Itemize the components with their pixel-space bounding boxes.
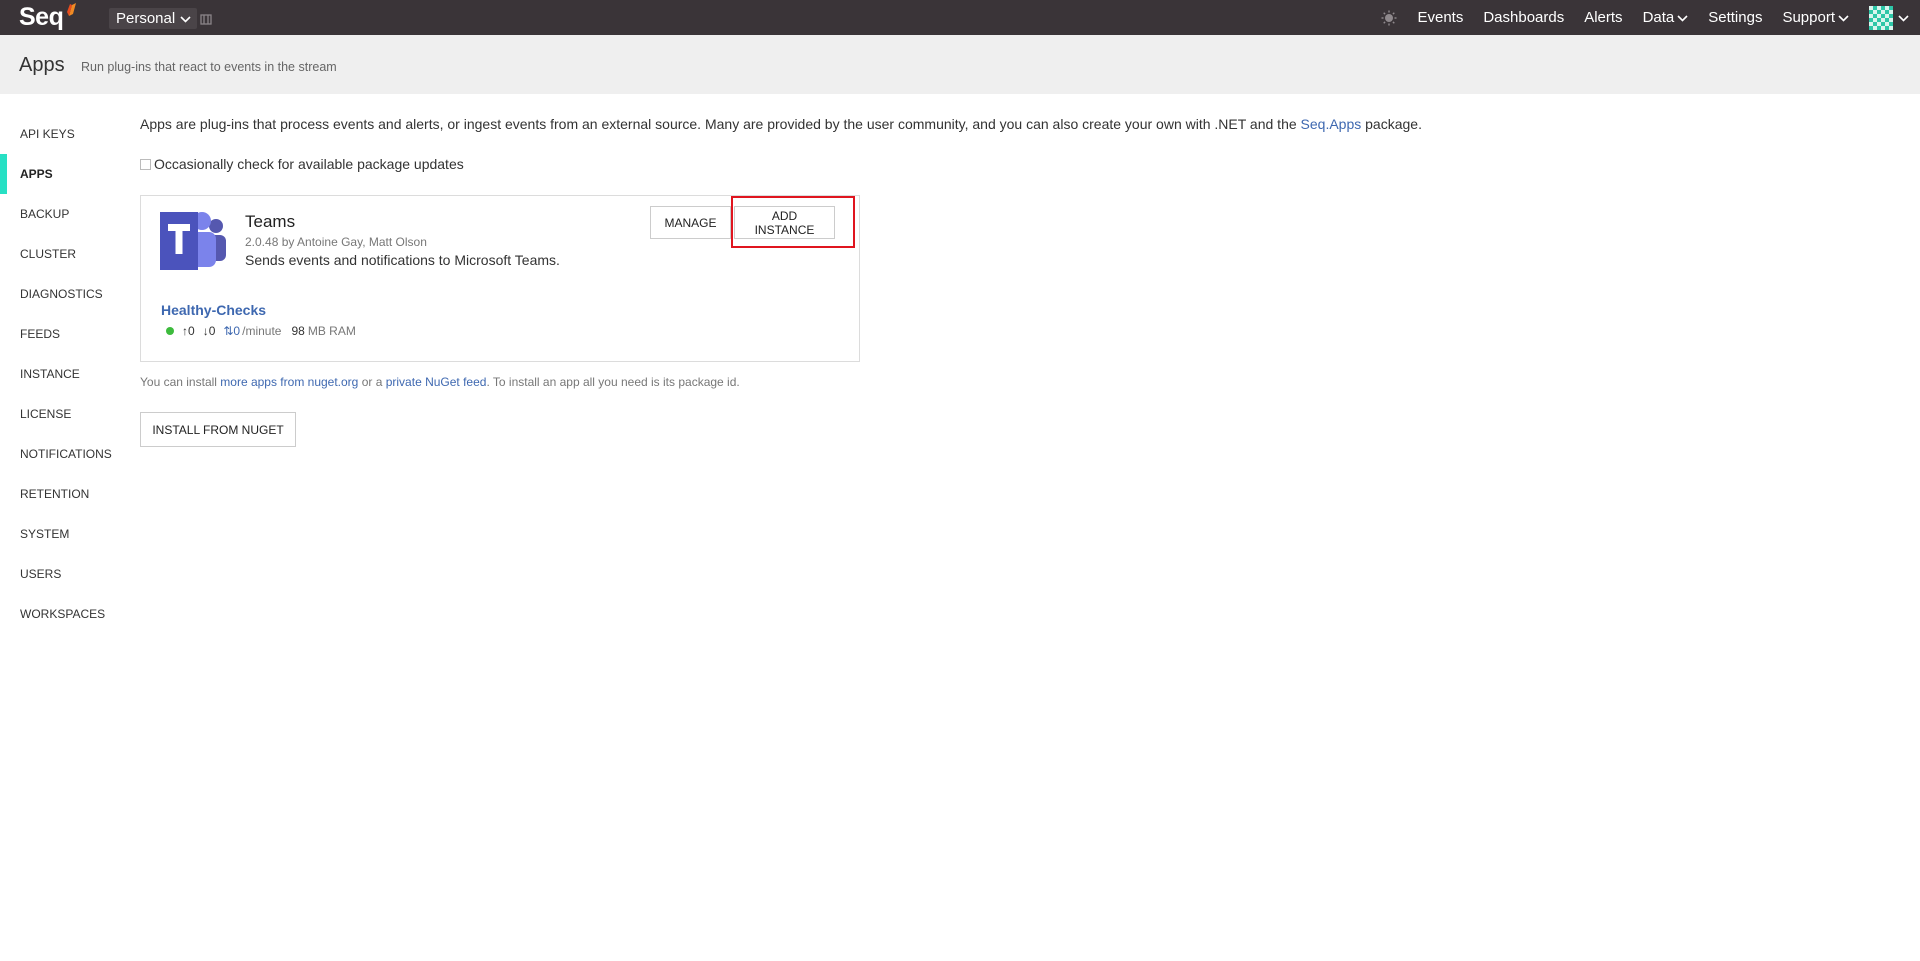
sidebar-item-backup[interactable]: BACKUP xyxy=(0,194,120,234)
sidebar-item-license[interactable]: LICENSE xyxy=(0,394,120,434)
sidebar-item-label: NOTIFICATIONS xyxy=(20,447,112,461)
seq-apps-link[interactable]: Seq.Apps xyxy=(1301,116,1362,132)
seq-logo[interactable]: Seq xyxy=(19,2,77,32)
top-bar: Seq Personal Events Dashboards Alerts Da… xyxy=(0,0,1920,35)
events-in-count: ↑0 xyxy=(182,324,195,338)
instance-name-link[interactable]: Healthy-Checks xyxy=(161,302,266,318)
workspace-label: Personal xyxy=(116,10,176,27)
install-note-text-end: . To install an app all you need is its … xyxy=(486,375,740,389)
private-feed-link[interactable]: private NuGet feed xyxy=(386,375,487,389)
nav-alerts-label: Alerts xyxy=(1584,9,1623,26)
nav-events[interactable]: Events xyxy=(1417,9,1463,26)
page-title: Apps xyxy=(19,54,65,76)
install-from-nuget-button[interactable]: INSTALL FROM NUGET xyxy=(140,412,296,447)
workspace-selector[interactable]: Personal xyxy=(109,8,198,29)
chevron-down-icon xyxy=(1677,9,1688,26)
sidebar-item-notifications[interactable]: NOTIFICATIONS xyxy=(0,434,120,474)
app-card: Teams 2.0.48 by Antoine Gay, Matt Olson … xyxy=(140,195,860,362)
events-out-count: ↓0 xyxy=(202,324,216,338)
sidebar-item-system[interactable]: SYSTEM xyxy=(0,514,120,554)
sidebar-item-instance[interactable]: INSTANCE xyxy=(0,354,120,394)
sidebar-item-label: WORKSPACES xyxy=(20,607,106,621)
ram-unit: MB RAM xyxy=(307,324,356,338)
pin-icon[interactable] xyxy=(200,12,212,30)
sidebar-item-users[interactable]: USERS xyxy=(0,554,120,594)
sidebar-item-label: USERS xyxy=(20,567,62,581)
sidebar-item-label: FEEDS xyxy=(20,327,61,341)
nav-settings[interactable]: Settings xyxy=(1708,9,1762,26)
page-subtitle: Run plug-ins that react to events in the… xyxy=(81,60,337,74)
install-note-text: You can install xyxy=(140,375,221,389)
event-rate: ⇅0 xyxy=(223,324,241,338)
manage-button[interactable]: MANAGE xyxy=(650,206,731,239)
nav-events-label: Events xyxy=(1417,9,1464,26)
install-note: You can install more apps from nuget.org… xyxy=(140,375,740,389)
user-menu[interactable] xyxy=(1869,5,1909,30)
event-rate-unit: /minute xyxy=(242,324,282,338)
nav-dashboards[interactable]: Dashboards xyxy=(1483,9,1564,26)
page-header: Apps Run plug-ins that react to events i… xyxy=(0,35,1920,94)
add-instance-button[interactable]: ADD INSTANCE xyxy=(734,206,835,239)
nav-alerts[interactable]: Alerts xyxy=(1584,9,1622,26)
sun-icon[interactable] xyxy=(1381,10,1397,26)
user-avatar xyxy=(1869,5,1893,30)
sidebar-item-diagnostics[interactable]: DIAGNOSTICS xyxy=(0,274,120,314)
update-check-label: Occasionally check for available package… xyxy=(154,156,464,172)
sidebar-item-api-keys[interactable]: API KEYS xyxy=(0,114,120,154)
sidebar-item-apps[interactable]: APPS xyxy=(0,154,120,194)
nav-settings-label: Settings xyxy=(1708,9,1763,26)
apps-intro: Apps are plug-ins that process events an… xyxy=(140,116,1422,132)
intro-text: Apps are plug-ins that process events an… xyxy=(140,116,1301,132)
chevron-down-icon xyxy=(1898,9,1909,27)
update-check-checkbox[interactable] xyxy=(140,158,151,170)
logo-text: Seq xyxy=(19,2,64,31)
app-version-authors: 2.0.48 by Antoine Gay, Matt Olson xyxy=(245,235,427,249)
chevron-down-icon xyxy=(1838,9,1849,26)
sidebar-item-label: CLUSTER xyxy=(20,247,77,261)
sidebar-item-label: LICENSE xyxy=(20,407,72,421)
instance-stats: ↑0 ↓0 ⇅0 /minute 98 MB RAM xyxy=(166,324,356,338)
app-description: Sends events and notifications to Micros… xyxy=(245,252,560,268)
nav-support[interactable]: Support xyxy=(1782,9,1849,26)
main-nav: Events Dashboards Alerts Data Settings S… xyxy=(1381,0,1920,35)
nav-data[interactable]: Data xyxy=(1643,9,1689,26)
sidebar-item-label: RETENTION xyxy=(20,487,90,501)
sidebar-item-label: DIAGNOSTICS xyxy=(20,287,103,301)
nuget-org-link[interactable]: more apps from nuget.org xyxy=(220,375,358,389)
seq-logo-icon xyxy=(67,3,77,21)
update-check-option[interactable]: Occasionally check for available package… xyxy=(140,156,464,172)
settings-sidebar: API KEYS APPS BACKUP CLUSTER DIAGNOSTICS… xyxy=(0,114,120,634)
nav-data-label: Data xyxy=(1642,9,1675,26)
sidebar-item-workspaces[interactable]: WORKSPACES xyxy=(0,594,120,634)
sidebar-item-label: APPS xyxy=(20,167,53,181)
microsoft-teams-icon xyxy=(160,206,226,277)
sidebar-item-label: INSTANCE xyxy=(20,367,80,381)
sidebar-item-label: API KEYS xyxy=(20,127,75,141)
sidebar-item-label: SYSTEM xyxy=(20,527,70,541)
chevron-down-icon xyxy=(180,10,191,27)
sidebar-item-retention[interactable]: RETENTION xyxy=(0,474,120,514)
sidebar-item-cluster[interactable]: CLUSTER xyxy=(0,234,120,274)
intro-text-end: package. xyxy=(1361,116,1422,132)
status-dot xyxy=(166,327,174,335)
install-note-text-mid: or a xyxy=(358,375,386,389)
nav-support-label: Support xyxy=(1782,9,1835,26)
app-name: Teams xyxy=(245,212,296,231)
sidebar-item-label: BACKUP xyxy=(20,207,70,221)
nav-dashboards-label: Dashboards xyxy=(1483,9,1565,26)
ram-value: 98 xyxy=(291,324,305,338)
sidebar-item-feeds[interactable]: FEEDS xyxy=(0,314,120,354)
